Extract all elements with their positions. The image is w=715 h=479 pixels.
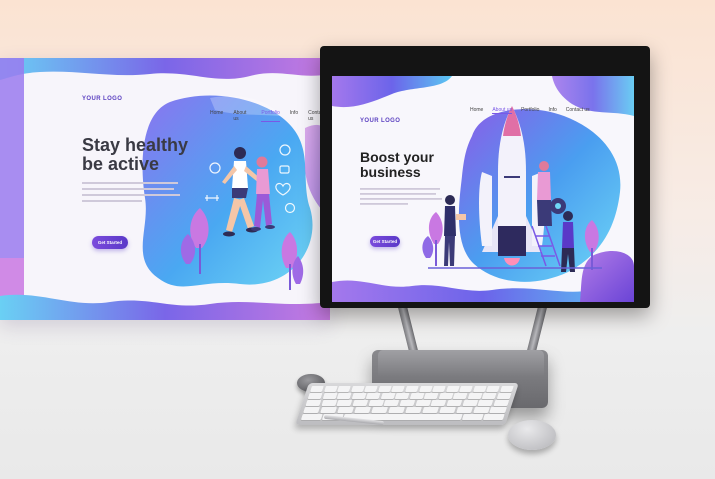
headline-line-1: Stay healthy (82, 135, 189, 155)
fitness-landing-page: YOUR LOGO Home About us Portfolio Info C… (0, 58, 330, 320)
nav-home[interactable]: Home (210, 110, 223, 122)
plant-screen-left (422, 212, 443, 266)
gear-icon (550, 198, 566, 214)
nav-contact[interactable]: Contact us (566, 107, 590, 114)
nav-info[interactable]: Info (290, 110, 298, 122)
headline-line-2: be active (82, 154, 160, 175)
body-copy-lines (360, 188, 442, 205)
navbar: Home About us Portfolio Info Contact us (210, 110, 330, 122)
logo[interactable]: YOUR LOGO (360, 118, 400, 124)
navbar: Home About us Portfolio Info Contact us (470, 107, 590, 114)
get-started-button[interactable]: Get Started (92, 236, 128, 249)
nav-about[interactable]: About us (233, 110, 251, 122)
computer-base-top (378, 350, 544, 376)
mouse[interactable] (508, 420, 556, 450)
nav-portfolio[interactable]: Portfolio (261, 110, 280, 122)
business-landing-page: YOUR LOGO Home About us Portfolio Info C… (332, 76, 634, 302)
nav-about[interactable]: About us (492, 107, 513, 114)
headline-line-1: Boost your (360, 149, 434, 165)
headline-line-2: business (360, 164, 421, 181)
logo[interactable]: YOUR LOGO (82, 96, 122, 102)
body-copy-lines (82, 182, 180, 202)
hero-headline: Stay healthy be active (82, 135, 189, 175)
get-started-button[interactable]: Get Started (370, 236, 400, 247)
nav-info[interactable]: Info (548, 107, 556, 114)
nav-portfolio[interactable]: Portfolio (521, 107, 539, 114)
nav-home[interactable]: Home (470, 107, 483, 114)
hero-headline: Boost your business (360, 149, 434, 181)
